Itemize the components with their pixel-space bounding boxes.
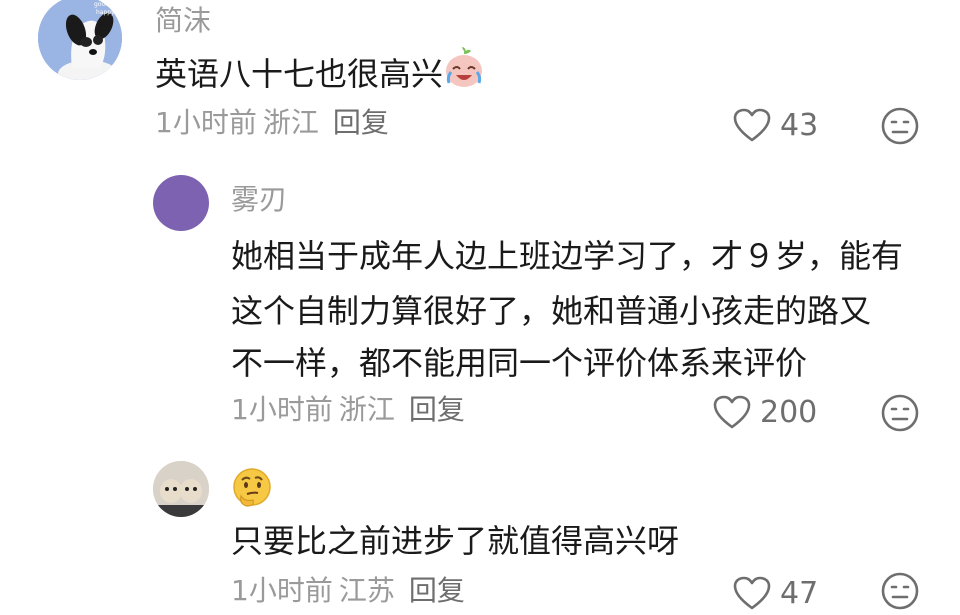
comment-meta: 1小时前 浙江 回复 <box>155 106 389 140</box>
comment-username[interactable]: 简沫 <box>155 4 211 38</box>
like-button[interactable]: 200 <box>712 392 817 432</box>
like-count: 200 <box>760 394 818 430</box>
comment-region: 江苏 <box>338 574 395 607</box>
comment-text: 英语八十七也很高兴 <box>155 46 485 106</box>
comment-text-line: 这个自制力算很好了，她和普通小孩走的路又 <box>231 292 872 330</box>
comment-time: 1小时前 <box>231 393 333 426</box>
reply-button[interactable]: 回复 <box>409 574 465 607</box>
avatar[interactable] <box>153 175 209 231</box>
comment-region: 浙江 <box>262 106 319 139</box>
like-count: 47 <box>780 575 819 611</box>
reply-button[interactable]: 回复 <box>409 393 465 426</box>
heart-outline-icon <box>733 576 771 610</box>
like-button[interactable]: 47 <box>732 573 818 613</box>
dislike-button[interactable] <box>880 571 920 611</box>
neutral-face-icon <box>881 107 919 145</box>
like-button[interactable]: 43 <box>732 105 818 145</box>
svg-text:happy thing: happy thing <box>96 9 122 16</box>
neutral-face-icon <box>881 572 919 610</box>
dislike-button[interactable] <box>880 106 920 146</box>
dislike-button[interactable] <box>880 393 920 433</box>
comment-time: 1小时前 <box>231 574 333 607</box>
avatar-image <box>153 461 209 517</box>
heart-outline-icon <box>713 395 751 429</box>
comment-username[interactable] <box>231 466 273 516</box>
comment-text-line: 她相当于成年人边上班边学习了，才９岁，能有 <box>231 237 904 275</box>
like-count: 43 <box>780 107 819 143</box>
avatar[interactable] <box>153 461 209 517</box>
svg-text:good thing: good thing <box>94 1 122 8</box>
neutral-face-icon <box>881 394 919 432</box>
reply-button[interactable]: 回复 <box>333 106 389 139</box>
comment-meta: 1小时前 江苏 回复 <box>231 574 465 608</box>
comment-username[interactable]: 雾刃 <box>231 183 287 217</box>
comment-text-line: 不一样，都不能用同一个评价体系来评价 <box>231 344 808 382</box>
crying-laughing-emoji-icon <box>443 46 485 106</box>
thinking-face-emoji-icon <box>233 468 271 507</box>
comment-region: 浙江 <box>338 393 395 426</box>
avatar[interactable]: good thing happy thing <box>38 0 122 80</box>
comment-time: 1小时前 <box>155 106 257 139</box>
comment-text-content: 英语八十七也很高兴 <box>155 55 444 93</box>
comment-meta: 1小时前 浙江 回复 <box>231 393 465 427</box>
heart-outline-icon <box>733 108 771 142</box>
avatar-image: good thing happy thing <box>38 0 122 80</box>
comment-text: 只要比之前进步了就值得高兴呀 <box>231 522 680 560</box>
